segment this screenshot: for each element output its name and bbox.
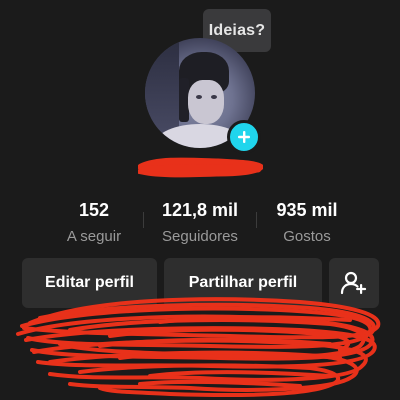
- avatar-face: [188, 80, 224, 124]
- stat-following[interactable]: 152 A seguir: [34, 198, 154, 248]
- followers-count: 121,8 mil: [161, 200, 239, 220]
- avatar-eye-left: [196, 95, 202, 99]
- ideas-bubble-label: Ideias?: [208, 21, 266, 39]
- profile-stats: 152 A seguir 121,8 mil Seguidores 935 mi…: [0, 198, 400, 250]
- stat-likes[interactable]: 935 mil Gostos: [247, 198, 367, 248]
- stat-followers[interactable]: 121,8 mil Seguidores: [140, 198, 260, 248]
- likes-count: 935 mil: [276, 200, 338, 220]
- likes-label: Gostos: [283, 228, 331, 245]
- avatar-eye-right: [211, 95, 217, 99]
- plus-icon: [238, 131, 250, 143]
- following-count: 152: [78, 200, 110, 220]
- add-story-button[interactable]: [227, 120, 261, 154]
- profile-screen: Ideias? 152 A seguir 121,8 mil Seguidore…: [0, 0, 400, 400]
- username-redaction: [138, 157, 263, 178]
- followers-label: Seguidores: [162, 228, 238, 245]
- following-label: A seguir: [66, 228, 122, 245]
- bio-redaction: [16, 297, 381, 398]
